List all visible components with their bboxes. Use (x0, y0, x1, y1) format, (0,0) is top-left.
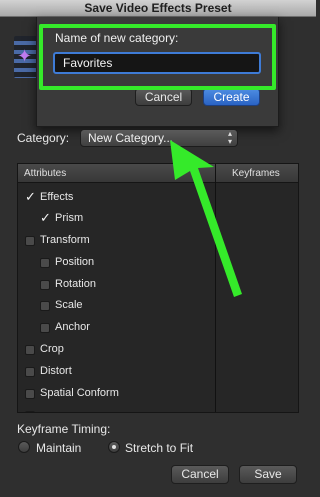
category-selected: New Category... (88, 131, 174, 145)
row-label: Scale (55, 299, 83, 311)
checkmark-icon[interactable]: ✓ (40, 210, 51, 226)
row-label: Transform (40, 234, 90, 246)
checkbox[interactable] (40, 258, 50, 268)
keyframe-timing-label: Keyframe Timing: (17, 422, 111, 436)
row-label: Distort (40, 365, 72, 377)
checkbox[interactable] (40, 323, 50, 333)
table-header: Attributes Keyframes (18, 164, 298, 183)
maintain-radio[interactable] (18, 441, 30, 453)
checkbox[interactable] (25, 236, 35, 246)
checkbox[interactable] (40, 301, 50, 311)
checkbox[interactable] (40, 280, 50, 290)
category-popup[interactable]: New Category... ▴ ▾ (80, 129, 238, 147)
checkbox[interactable] (25, 367, 35, 377)
row-label: Rotation (55, 278, 96, 290)
effect-star-icon: ✦ (17, 46, 33, 66)
checkbox[interactable] (25, 411, 35, 412)
sheet-cancel-button[interactable]: Cancel (135, 88, 192, 106)
maintain-label[interactable]: Maintain (36, 441, 81, 455)
column-divider (215, 164, 216, 412)
attributes-header: Attributes (24, 168, 67, 179)
checkmark-icon[interactable]: ✓ (25, 189, 36, 205)
save-button[interactable]: Save (239, 465, 297, 484)
row-label: Spatial Conform (40, 387, 119, 399)
row-label: Position (55, 256, 95, 268)
updown-chevron-icon: ▴ ▾ (227, 129, 232, 146)
row-label: Effects (40, 191, 74, 203)
new-category-prompt: Name of new category: (55, 31, 179, 45)
keyframes-header: Keyframes (232, 168, 280, 179)
stretch-to-fit-radio[interactable] (108, 441, 120, 453)
create-button[interactable]: Create (203, 88, 260, 106)
row-label: Anchor (55, 321, 90, 333)
row-label: Prism (55, 212, 84, 224)
attributes-table: Attributes Keyframes ✓ Effects ✓ Prism T… (17, 163, 299, 413)
new-category-sheet: Name of new category: Cancel Create (36, 17, 279, 127)
cancel-button[interactable]: Cancel (171, 465, 229, 484)
row-label: Crop (40, 343, 64, 355)
window-title: Save Video Effects Preset (0, 0, 316, 17)
checkbox[interactable] (25, 345, 35, 355)
checkbox[interactable] (25, 389, 35, 399)
category-name-input[interactable] (53, 52, 261, 74)
stretch-to-fit-label[interactable]: Stretch to Fit (125, 441, 193, 455)
category-label: Category: (17, 131, 70, 145)
